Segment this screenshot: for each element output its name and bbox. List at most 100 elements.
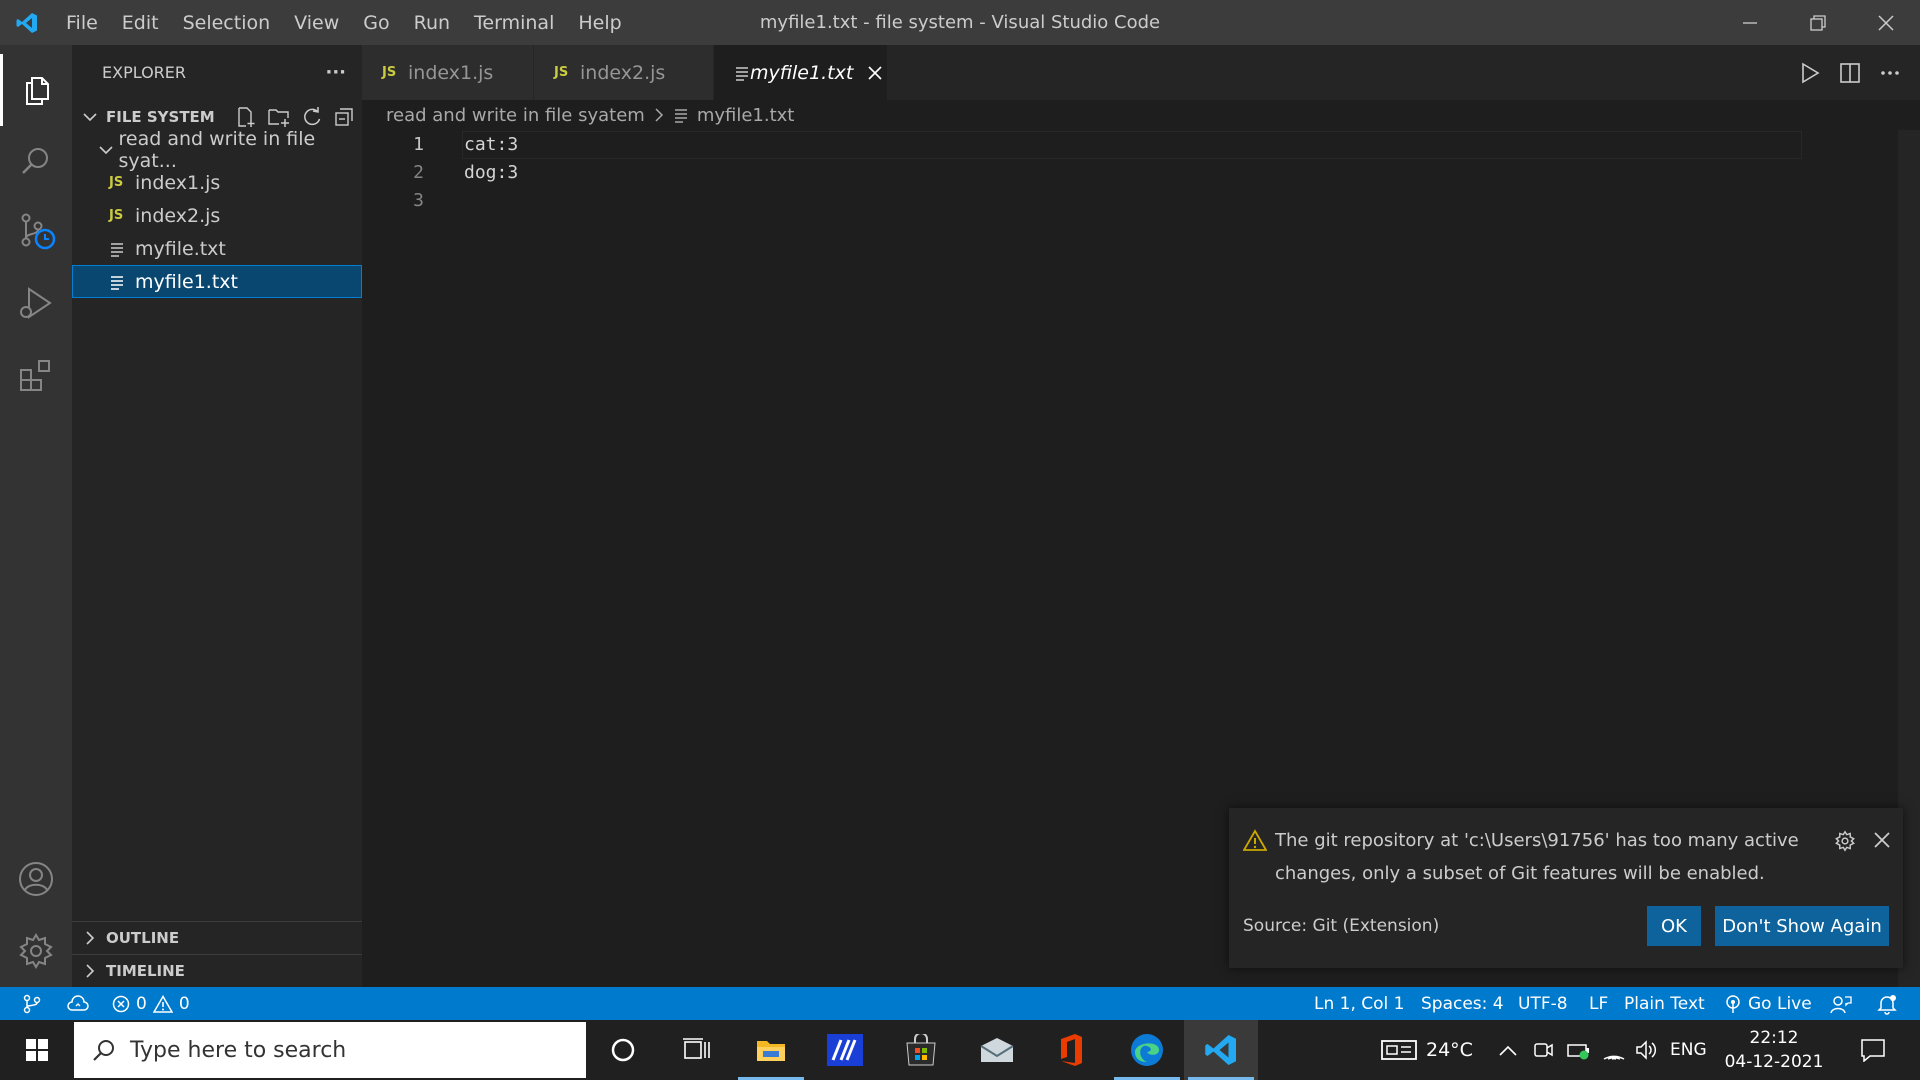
feedback-icon[interactable] <box>1830 987 1852 1020</box>
line-text[interactable]: dog:3 <box>424 162 518 183</box>
status-bar: 0 0 Ln 1, Col 1 Spaces: 4 UTF-8 LF Plain… <box>0 987 1920 1020</box>
tab-index1[interactable]: JS index1.js <box>362 45 534 100</box>
cortana-icon[interactable] <box>586 1020 660 1080</box>
file-explorer-icon[interactable] <box>734 1020 808 1080</box>
sync-cloud-icon[interactable] <box>66 987 90 1020</box>
remote-branch-icon[interactable] <box>22 987 42 1020</box>
new-folder-icon[interactable] <box>267 106 291 128</box>
tab-bar: JS index1.js JS index2.js myfile1.txt <box>362 45 1920 100</box>
warning-icon <box>1243 829 1267 851</box>
go-live-button[interactable]: Go Live <box>1724 987 1812 1020</box>
collapse-all-icon[interactable] <box>333 106 355 128</box>
menu-edit[interactable]: Edit <box>110 0 171 45</box>
input-language[interactable]: ENG <box>1670 1020 1707 1080</box>
menu-go[interactable]: Go <box>351 0 401 45</box>
error-icon <box>112 995 130 1013</box>
js-file-icon: JS <box>109 175 124 190</box>
restore-button[interactable] <box>1784 0 1852 45</box>
extensions-icon[interactable] <box>0 340 72 412</box>
close-icon[interactable] <box>1873 831 1891 849</box>
outline-title: OUTLINE <box>106 929 180 947</box>
menu-file[interactable]: File <box>54 0 110 45</box>
cursor-position[interactable]: Ln 1, Col 1 <box>1314 987 1405 1020</box>
app-icon[interactable] <box>808 1020 882 1080</box>
office-icon[interactable] <box>1034 1020 1108 1080</box>
meet-now-icon[interactable] <box>1532 1020 1554 1080</box>
title-bar: File Edit Selection View Go Run Terminal… <box>0 0 1920 45</box>
battery-icon[interactable] <box>1566 1020 1592 1080</box>
ok-button[interactable]: OK <box>1647 906 1701 946</box>
chevron-down-icon <box>98 142 119 158</box>
chevron-down-icon <box>80 109 100 125</box>
warning-icon <box>152 994 173 1013</box>
tab-index2[interactable]: JS index2.js <box>534 45 714 100</box>
taskbar-search-box[interactable]: Type here to search <box>74 1022 586 1078</box>
file-item-index2[interactable]: JS index2.js <box>72 199 362 232</box>
run-icon[interactable] <box>1798 61 1822 85</box>
js-file-icon: JS <box>382 65 397 80</box>
code-line: 3 <box>362 186 1920 214</box>
notifications-bell-icon[interactable] <box>1876 987 1898 1020</box>
gear-icon[interactable] <box>1834 830 1856 852</box>
warning-count: 0 <box>178 993 190 1014</box>
mail-icon[interactable] <box>960 1020 1034 1080</box>
minimize-button[interactable] <box>1716 0 1784 45</box>
line-number: 1 <box>413 133 424 155</box>
file-label: index1.js <box>135 171 221 194</box>
tab-label: index1.js <box>408 61 494 84</box>
new-file-icon[interactable] <box>235 106 257 128</box>
menu-run[interactable]: Run <box>402 0 462 45</box>
wifi-icon[interactable] <box>1602 1020 1626 1080</box>
breadcrumb-file[interactable]: myfile1.txt <box>697 105 795 126</box>
weather-widget[interactable]: 24°C <box>1380 1020 1473 1080</box>
source-control-icon[interactable] <box>0 195 72 267</box>
menu-selection[interactable]: Selection <box>171 0 283 45</box>
vscode-taskbar-icon[interactable] <box>1184 1020 1258 1080</box>
accounts-icon[interactable] <box>0 843 72 915</box>
explorer-title: EXPLORER <box>102 63 186 82</box>
text-file-icon <box>673 107 689 123</box>
volume-icon[interactable] <box>1634 1020 1658 1080</box>
indentation[interactable]: Spaces: 4 <box>1421 987 1504 1020</box>
explorer-sidebar: EXPLORER ··· FILE SYSTEM read and write … <box>72 45 362 987</box>
close-window-button[interactable] <box>1852 0 1920 45</box>
end-of-line[interactable]: LF <box>1589 987 1608 1020</box>
language-mode[interactable]: Plain Text <box>1624 987 1705 1020</box>
folder-item[interactable]: read and write in file syat... <box>72 128 362 172</box>
dont-show-again-button[interactable]: Don't Show Again <box>1715 906 1889 946</box>
explorer-icon[interactable] <box>0 54 72 126</box>
manage-gear-icon[interactable] <box>0 915 72 987</box>
menu-help[interactable]: Help <box>566 0 633 45</box>
line-number: 3 <box>413 189 424 211</box>
timeline-section[interactable]: TIMELINE <box>72 954 362 987</box>
microsoft-store-icon[interactable] <box>884 1020 958 1080</box>
file-item-myfile1[interactable]: myfile1.txt <box>72 265 362 298</box>
section-actions <box>235 106 355 128</box>
explorer-more-button[interactable]: ··· <box>325 62 346 83</box>
windows-start-icon[interactable] <box>0 1020 74 1080</box>
problems-indicator[interactable]: 0 0 <box>112 987 190 1020</box>
chevron-right-icon <box>80 930 100 946</box>
breadcrumb-folder[interactable]: read and write in file syatem <box>386 105 645 126</box>
temperature: 24°C <box>1426 1039 1473 1061</box>
run-debug-icon[interactable] <box>0 267 72 339</box>
tab-myfile1[interactable]: myfile1.txt <box>714 45 888 100</box>
split-editor-icon[interactable] <box>1838 61 1862 85</box>
vscode-logo-icon <box>0 0 54 45</box>
more-actions-icon[interactable] <box>1878 61 1902 85</box>
edge-browser-icon[interactable] <box>1110 1020 1184 1080</box>
clock-date: 04-12-2021 <box>1724 1052 1824 1072</box>
show-hidden-icons-icon[interactable] <box>1498 1020 1518 1080</box>
search-icon[interactable] <box>0 125 72 197</box>
action-center-icon[interactable] <box>1848 1020 1898 1080</box>
menu-view[interactable]: View <box>282 0 351 45</box>
clock[interactable]: 22:12 04-12-2021 <box>1724 1020 1824 1080</box>
outline-section[interactable]: OUTLINE <box>72 921 362 954</box>
refresh-icon[interactable] <box>301 106 323 128</box>
file-item-myfile[interactable]: myfile.txt <box>72 232 362 265</box>
menu-terminal[interactable]: Terminal <box>462 0 566 45</box>
encoding[interactable]: UTF-8 <box>1518 987 1568 1020</box>
close-tab-icon[interactable] <box>867 65 883 81</box>
folder-label: read and write in file syat... <box>118 127 316 172</box>
task-view-icon[interactable] <box>660 1020 734 1080</box>
